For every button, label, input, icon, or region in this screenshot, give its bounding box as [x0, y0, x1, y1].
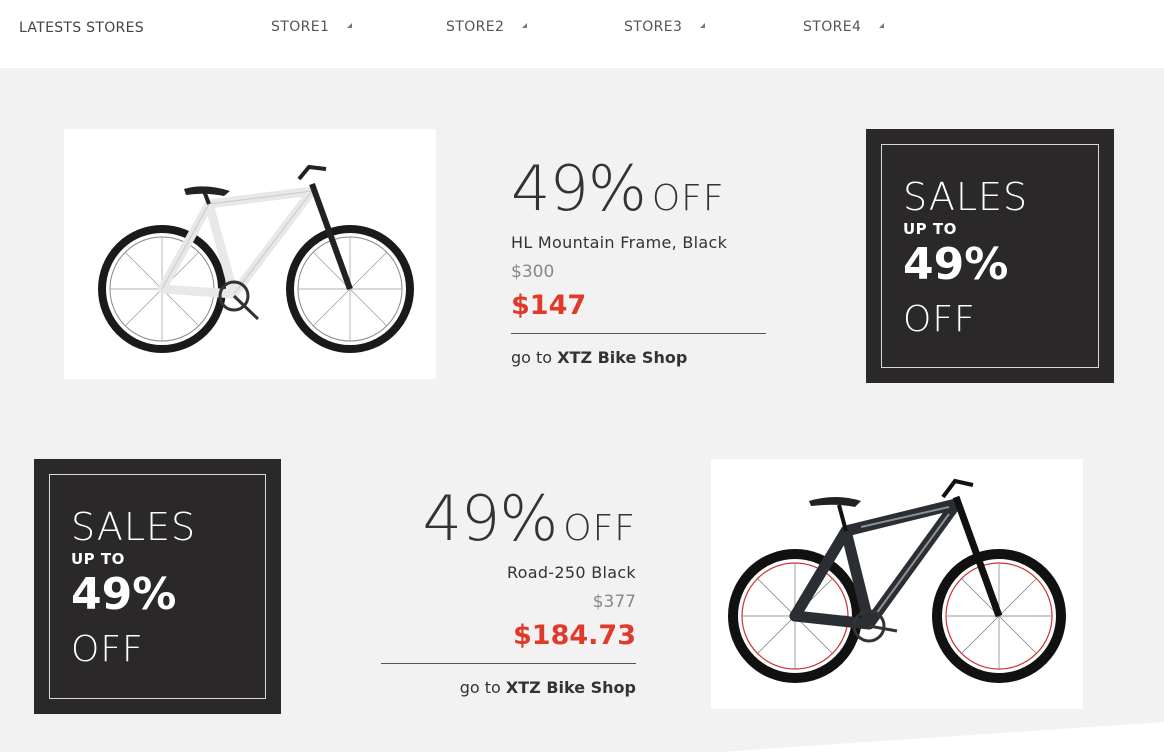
banner-up-to-label: UP TO — [71, 550, 125, 568]
sale-price: $147 — [511, 290, 587, 321]
nav-store4-dropdown[interactable]: STORE4 — [803, 19, 885, 35]
banner-sales-label: SALES — [903, 175, 1029, 219]
divider — [511, 333, 766, 334]
nav-store4-label: STORE4 — [803, 19, 862, 35]
offer-card-2: 49% OFF Road-250 Black $377 $184.73 go to… — [381, 482, 636, 697]
sale-price: $184.73 — [513, 620, 636, 651]
banner-percent: 49% — [71, 569, 177, 620]
nav-store3-dropdown[interactable]: STORE3 — [624, 19, 706, 35]
caret-down-icon — [700, 23, 706, 28]
nav-store3-label: STORE3 — [624, 19, 683, 35]
discount-off-label: OFF — [563, 508, 636, 549]
nav-store1-dropdown[interactable]: STORE1 — [271, 19, 353, 35]
product-name[interactable]: HL Mountain Frame, Black — [511, 233, 766, 252]
go-to-shop-link[interactable]: go to XTZ Bike Shop — [511, 348, 766, 367]
shop-name: XTZ Bike Shop — [557, 348, 688, 367]
discount-percent: 49% — [422, 482, 558, 555]
old-price: $377 — [592, 592, 636, 612]
banner-frame: SALES UP TO 49% OFF — [881, 144, 1099, 368]
banner-off-label: OFF — [71, 629, 144, 670]
shop-name: XTZ Bike Shop — [505, 678, 636, 697]
go-to-prefix: go to — [459, 678, 501, 697]
sales-banner-1[interactable]: SALES UP TO 49% OFF — [866, 129, 1114, 383]
divider — [381, 663, 636, 664]
nav-store2-label: STORE2 — [446, 19, 505, 35]
caret-down-icon — [522, 23, 528, 28]
nav-store1-label: STORE1 — [271, 19, 330, 35]
bicycle-black-icon — [728, 478, 1066, 683]
banner-sales-label: SALES — [71, 505, 197, 549]
old-price: $300 — [511, 262, 555, 282]
product-image-road-250[interactable] — [711, 459, 1083, 709]
go-to-prefix: go to — [511, 348, 553, 367]
caret-down-icon — [879, 23, 885, 28]
sales-banner-2[interactable]: SALES UP TO 49% OFF — [34, 459, 281, 714]
caret-down-icon — [347, 23, 353, 28]
discount-headline: 49% OFF — [381, 482, 636, 555]
bicycle-white-icon — [98, 164, 414, 353]
banner-off-label: OFF — [903, 299, 976, 340]
offer-card-1: 49% OFF HL Mountain Frame, Black $300 $14… — [511, 152, 766, 367]
nav-brand-label: LATESTS STORES — [19, 20, 144, 36]
nav-store2-dropdown[interactable]: STORE2 — [446, 19, 528, 35]
banner-percent: 49% — [903, 239, 1009, 290]
banner-up-to-label: UP TO — [903, 220, 957, 238]
product-image-mountain-frame[interactable] — [64, 129, 436, 379]
product-name[interactable]: Road-250 Black — [381, 563, 636, 582]
go-to-shop-link[interactable]: go to XTZ Bike Shop — [381, 678, 636, 697]
discount-off-label: OFF — [651, 178, 725, 219]
top-nav-bar: LATESTS STORES STORE1 STORE2 STORE3 STOR… — [0, 0, 1164, 68]
banner-frame: SALES UP TO 49% OFF — [49, 474, 266, 699]
discount-percent: 49% — [511, 152, 647, 225]
discount-headline: 49% OFF — [511, 152, 766, 225]
